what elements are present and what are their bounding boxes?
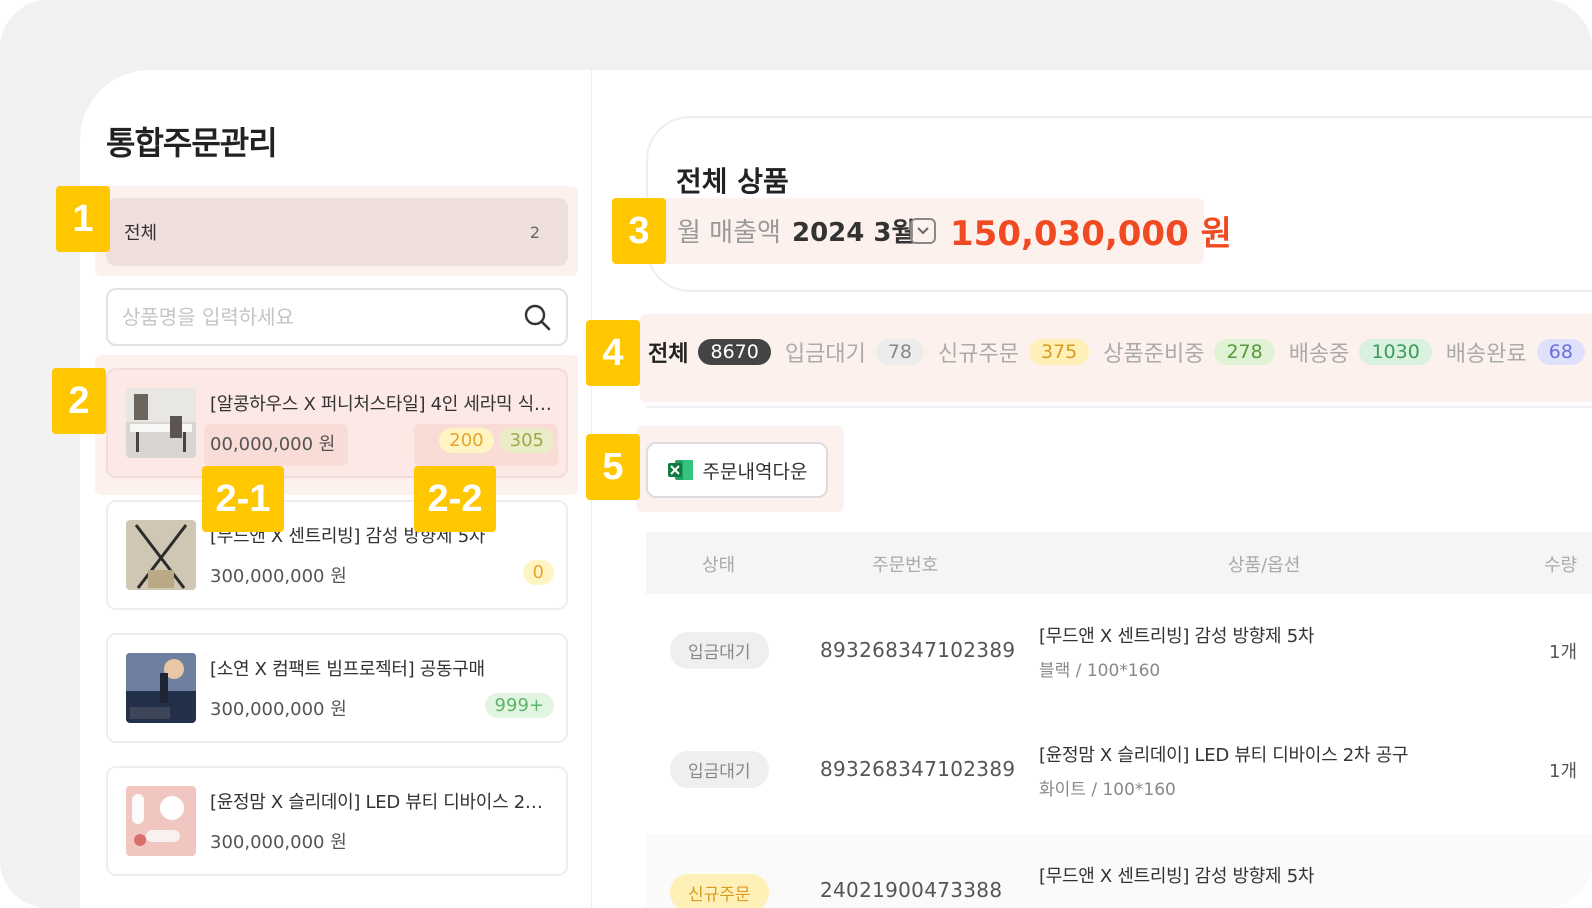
column-header-order-no: 주문번호 (872, 555, 939, 576)
product-name: [알콩하우스 X 퍼니처스타일] 4인 세라믹 식탁 공동구매 (210, 394, 555, 415)
product-name: [소연 X 컴팩트 빔프로젝터] 공동구매 (210, 659, 485, 680)
monthly-sales-amount: 150,030,000 원 (950, 214, 1232, 254)
product-badges: 999+ (484, 693, 554, 718)
tab-count: 1030 (1359, 339, 1432, 365)
product-thumbnail-beauty-device (126, 786, 196, 856)
filter-count: 2 (529, 222, 540, 242)
order-number: 893268347102389 (820, 757, 1016, 781)
order-count-badge: 305 (499, 428, 554, 453)
status-tabs: 전체 8670 입금대기 78 신규주문 375 상품준비중 278 배송중 1… (648, 336, 1585, 368)
row-product-option: 화이트 / 100*160 (1039, 780, 1176, 800)
product-badges: 0 (522, 560, 554, 585)
product-name: [윤정맘 X 슬리데이] LED 뷰티 디바이스 2차 공구 (210, 792, 555, 813)
product-item[interactable]: [소연 X 컴팩트 빔프로젝터] 공동구매 300,000,000 원 999+ (106, 633, 568, 743)
annotation-marker: 5 (586, 434, 640, 500)
order-download-button[interactable]: 주문내역다운 (646, 442, 828, 498)
status-badge: 입금대기 (670, 632, 769, 669)
product-thumbnail-diffuser (126, 520, 196, 590)
table-row[interactable]: 신규주문 24021900473388 [무드앤 X 센트리빙] 감성 방향제 … (646, 834, 1592, 908)
tab-label: 상품준비중 (1103, 342, 1205, 367)
product-badges: 200 305 (439, 428, 554, 453)
page-title: 통합주문관리 (106, 124, 278, 162)
order-count-badge: 200 (439, 428, 494, 453)
divider (646, 406, 1592, 408)
tab-count: 375 (1028, 339, 1090, 365)
filter-all-row[interactable]: 전체 2 (106, 198, 568, 266)
download-label: 주문내역다운 (702, 460, 808, 483)
order-count-badge: 0 (522, 560, 554, 585)
product-item[interactable]: [알콩하우스 X 퍼니처스타일] 4인 세라믹 식탁 공동구매 00,000,0… (106, 368, 568, 478)
filter-label: 전체 (124, 223, 158, 244)
product-price: 300,000,000 원 (210, 832, 347, 853)
search-icon[interactable] (522, 302, 552, 332)
column-header-product: 상품/옵션 (1228, 555, 1301, 576)
product-price: 300,000,000 원 (210, 566, 347, 587)
tab-label: 입금대기 (784, 342, 866, 367)
search-box (106, 288, 568, 346)
tab-count: 68 (1536, 339, 1585, 365)
tab-preparing[interactable]: 상품준비중 278 (1103, 336, 1275, 368)
product-item[interactable]: [윤정맘 X 슬리데이] LED 뷰티 디바이스 2차 공구 300,000,0… (106, 766, 568, 876)
row-quantity: 1개 (1549, 761, 1578, 782)
table-row[interactable]: 입금대기 893268347102389 [무드앤 X 센트리빙] 감성 방향제… (646, 596, 1592, 714)
tab-shipping[interactable]: 배송중 1030 (1289, 336, 1432, 368)
screen-frame: 통합주문관리 전체 2 상품명을 입력하세요 [알콩하우스 X 퍼니처스타일] … (0, 0, 1592, 908)
product-price: 300,000,000 원 (210, 699, 347, 720)
tab-all[interactable]: 전체 8670 (648, 336, 771, 368)
row-product-name: [무드앤 X 센트리빙] 감성 방향제 5차 (1039, 866, 1315, 887)
chevron-down-icon[interactable] (910, 218, 936, 244)
search-input[interactable] (122, 305, 522, 329)
column-header-status: 상태 (702, 555, 736, 576)
tab-new-order[interactable]: 신규주문 375 (938, 336, 1090, 368)
order-number: 893268347102389 (820, 638, 1016, 662)
row-product-option: 블랙 / 100*160 (1039, 661, 1161, 681)
row-quantity: 1개 (1549, 642, 1578, 663)
annotation-marker: 2-1 (202, 466, 284, 532)
tab-count: 278 (1214, 339, 1275, 365)
tab-pending-payment[interactable]: 입금대기 78 (785, 336, 924, 368)
summary-title: 전체 상품 (676, 165, 789, 198)
tab-count: 78 (875, 339, 924, 365)
product-sidebar: 통합주문관리 전체 2 상품명을 입력하세요 [알콩하우스 X 퍼니처스타일] … (80, 70, 592, 908)
tab-label: 신규주문 (938, 342, 1019, 367)
product-thumbnail-projector (126, 653, 196, 723)
row-product-name: [윤정맘 X 슬리데이] LED 뷰티 디바이스 2차 공구 (1039, 745, 1409, 766)
annotation-marker: 3 (612, 198, 666, 264)
column-header-qty: 수량 (1544, 555, 1578, 576)
status-badge: 입금대기 (670, 751, 769, 788)
sales-label: 월 매출액 (677, 218, 781, 248)
order-count-badge: 999+ (484, 693, 554, 718)
annotation-marker: 2-2 (414, 466, 496, 532)
tab-delivered[interactable]: 배송완료 68 (1446, 336, 1585, 368)
product-thumbnail-table (126, 388, 196, 458)
table-row[interactable]: 입금대기 893268347102389 [윤정맘 X 슬리데이] LED 뷰티… (646, 715, 1592, 833)
tab-label: 배송완료 (1445, 342, 1527, 367)
tab-label: 전체 (648, 342, 689, 367)
status-badge: 신규주문 (670, 874, 769, 908)
product-item[interactable]: [무드앤 X 센트리빙] 감성 방향제 5차 300,000,000 원 0 (106, 500, 568, 610)
row-product-name: [무드앤 X 센트리빙] 감성 방향제 5차 (1039, 626, 1315, 647)
annotation-marker: 4 (586, 320, 640, 386)
month-select[interactable]: 2024 3월 (792, 212, 915, 249)
annotation-marker: 1 (56, 186, 110, 252)
tab-label: 배송중 (1288, 342, 1350, 367)
table-header: 상태 주문번호 상품/옵션 수량 (646, 532, 1592, 594)
tab-count: 8670 (698, 339, 771, 365)
app-window: 통합주문관리 전체 2 상품명을 입력하세요 [알콩하우스 X 퍼니처스타일] … (80, 70, 1592, 908)
order-number: 24021900473388 (820, 878, 1003, 902)
excel-icon (667, 460, 693, 480)
annotation-marker: 2 (52, 368, 106, 434)
product-price: 00,000,000 원 (210, 434, 336, 455)
